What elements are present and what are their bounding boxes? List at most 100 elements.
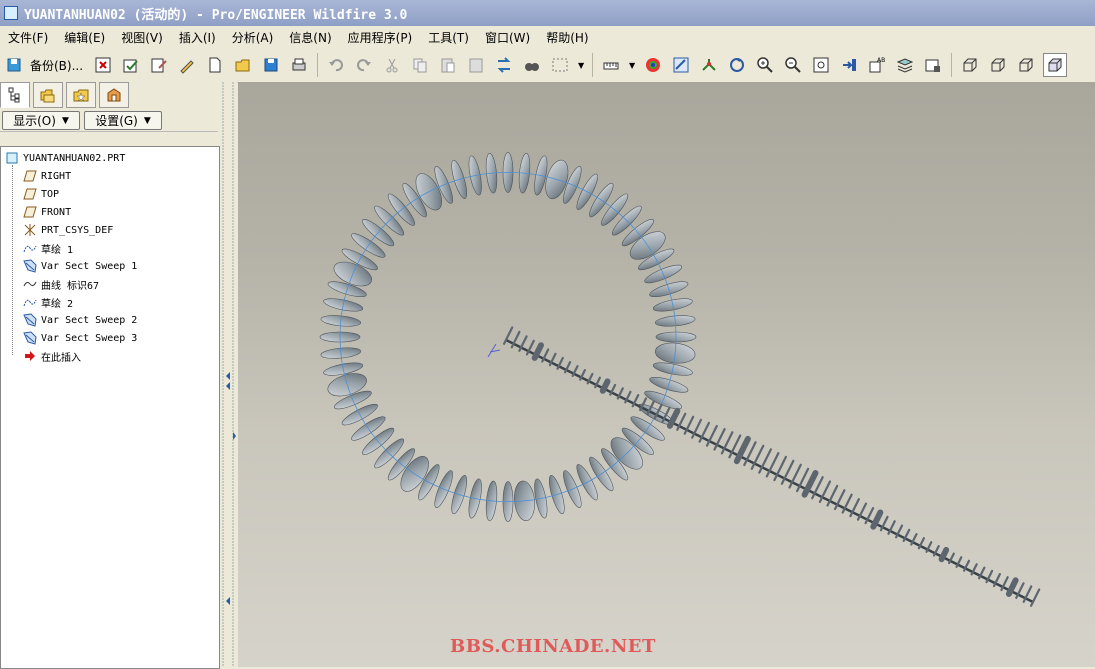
settings-dropdown[interactable]: 设置(G) ▼ <box>84 111 162 130</box>
collapse-left-icon <box>226 372 230 380</box>
sketch-icon <box>23 241 37 255</box>
saved-views-icon[interactable]: AB <box>866 54 888 76</box>
menu-bar: 文件(F) 编辑(E) 视图(V) 插入(I) 分析(A) 信息(N) 应用程序… <box>0 26 1095 48</box>
display-dropdown[interactable]: 显示(O) ▼ <box>2 111 80 130</box>
panel-splitter[interactable] <box>220 82 237 667</box>
paste-special-icon[interactable] <box>465 54 487 76</box>
menu-insert[interactable]: 插入(I) <box>171 29 224 46</box>
backup-button[interactable]: 备份(B)... <box>30 57 83 74</box>
edit-definition-icon[interactable] <box>148 54 170 76</box>
menu-window[interactable]: 窗口(W) <box>477 29 538 46</box>
datum-axis-icon[interactable] <box>698 54 720 76</box>
tree-root[interactable]: YUANTANHUAN02.PRT <box>3 149 137 167</box>
tree-item[interactable]: 在此插入 <box>3 347 137 365</box>
tree-item-label: Var Sect Sweep 3 <box>41 332 138 344</box>
tree-item-label: Var Sect Sweep 2 <box>41 314 138 326</box>
sweep-icon <box>23 331 37 345</box>
tab-favorites[interactable] <box>66 82 96 108</box>
cut-icon[interactable] <box>381 54 403 76</box>
menu-edit[interactable]: 编辑(E) <box>56 29 113 46</box>
tree-item[interactable]: 曲线 标识67 <box>3 275 137 293</box>
model-tree-icon <box>8 87 20 103</box>
undo-icon[interactable] <box>325 54 347 76</box>
layers-icon[interactable] <box>894 54 916 76</box>
chevron-down-icon: ▼ <box>143 115 151 126</box>
find-icon[interactable] <box>521 54 543 76</box>
tree-item-label: PRT_CSYS_DEF <box>41 224 114 236</box>
orient-icon[interactable] <box>838 54 860 76</box>
menu-analysis[interactable]: 分析(A) <box>224 29 282 46</box>
tree-item[interactable]: TOP <box>3 185 137 203</box>
pencil-icon[interactable] <box>176 54 198 76</box>
menu-info[interactable]: 信息(N) <box>281 29 339 46</box>
tree-item[interactable]: 草绘 2 <box>3 293 137 311</box>
close-window-icon[interactable] <box>92 54 114 76</box>
watermark: BBS.CHINADE.NET <box>450 636 656 657</box>
menu-help[interactable]: 帮助(H) <box>538 29 596 46</box>
csys-marker <box>487 343 501 358</box>
app-icon <box>4 6 18 20</box>
menu-applications[interactable]: 应用程序(P) <box>340 29 421 46</box>
menu-tools[interactable]: 工具(T) <box>420 29 477 46</box>
paste-icon[interactable] <box>437 54 459 76</box>
tree-item[interactable]: FRONT <box>3 203 137 221</box>
wireframe-icon[interactable] <box>959 54 981 76</box>
tree-item-label: RIGHT <box>41 170 72 182</box>
appearance-color-icon[interactable] <box>642 54 664 76</box>
zoom-in-icon[interactable] <box>754 54 776 76</box>
insert-arrow-icon <box>23 349 37 363</box>
graphics-window[interactable]: BBS.CHINADE.NET <box>238 82 1095 667</box>
sketch-icon <box>23 295 37 309</box>
regenerate-icon[interactable] <box>120 54 142 76</box>
hidden-line-icon[interactable] <box>987 54 1009 76</box>
csys-icon <box>23 223 37 237</box>
toolbar-separator <box>592 53 594 77</box>
tree-item[interactable]: 草绘 1 <box>3 239 137 257</box>
tree-item-label: 草绘 1 <box>41 244 74 256</box>
tree-item-label: 在此插入 <box>41 352 81 364</box>
window-title: YUANTANHUAN02 (活动的) - Pro/ENGINEER Wildf… <box>24 7 408 23</box>
model-setup-icon[interactable] <box>670 54 692 76</box>
print-icon[interactable] <box>288 54 310 76</box>
no-hidden-icon[interactable] <box>1015 54 1037 76</box>
dropdown-arrow-icon[interactable]: ▼ <box>628 54 636 76</box>
tree-item[interactable]: Var Sect Sweep 1 <box>3 257 137 275</box>
repaint-icon[interactable] <box>726 54 748 76</box>
tree-item[interactable]: PRT_CSYS_DEF <box>3 221 137 239</box>
copy-icon[interactable] <box>409 54 431 76</box>
open-folder-icon[interactable] <box>232 54 254 76</box>
new-file-icon[interactable] <box>204 54 226 76</box>
tree-item[interactable]: Var Sect Sweep 3 <box>3 329 137 347</box>
dropdown-arrow-icon[interactable]: ▼ <box>577 54 585 76</box>
favorites-icon <box>73 89 89 102</box>
view-manager-icon[interactable] <box>922 54 944 76</box>
shading-icon[interactable] <box>1043 53 1068 77</box>
datum-plane-icon <box>23 187 37 201</box>
refit-icon[interactable] <box>810 54 832 76</box>
display-label: 显示(O) <box>13 114 56 128</box>
redo-icon[interactable] <box>353 54 375 76</box>
panel-subbar <box>0 131 218 147</box>
curve-icon <box>23 277 37 291</box>
sweep-icon <box>23 313 37 327</box>
tree-item-label: 曲线 标识67 <box>41 280 100 292</box>
backup-icon[interactable] <box>3 54 25 76</box>
tab-folder-browser[interactable] <box>33 82 63 108</box>
measure-icon[interactable] <box>600 54 622 76</box>
tree-item[interactable]: RIGHT <box>3 167 137 185</box>
menu-file[interactable]: 文件(F) <box>0 29 56 46</box>
menu-view[interactable]: 视图(V) <box>113 29 171 46</box>
tree-item[interactable]: Var Sect Sweep 2 <box>3 311 137 329</box>
model-tree: YUANTANHUAN02.PRT RIGHT TOP FRONT PRT_CSYS_D… <box>0 146 220 669</box>
expand-right-icon <box>233 432 236 440</box>
toolbar: 备份(B)... ▼ ▼ AB <box>0 48 1095 83</box>
tab-model-tree[interactable] <box>0 82 30 108</box>
straight-coil <box>1030 588 1041 607</box>
tab-connections[interactable] <box>99 82 129 108</box>
model-tree-panel: 显示(O) ▼ 设置(G) ▼ YUANTANHUAN02.PRT RIGHT TOP F… <box>0 82 220 669</box>
redefine-icon[interactable] <box>493 54 515 76</box>
select-box-icon[interactable] <box>549 54 571 76</box>
save-icon[interactable] <box>260 54 282 76</box>
collapse-left-icon <box>226 597 230 605</box>
zoom-out-icon[interactable] <box>782 54 804 76</box>
